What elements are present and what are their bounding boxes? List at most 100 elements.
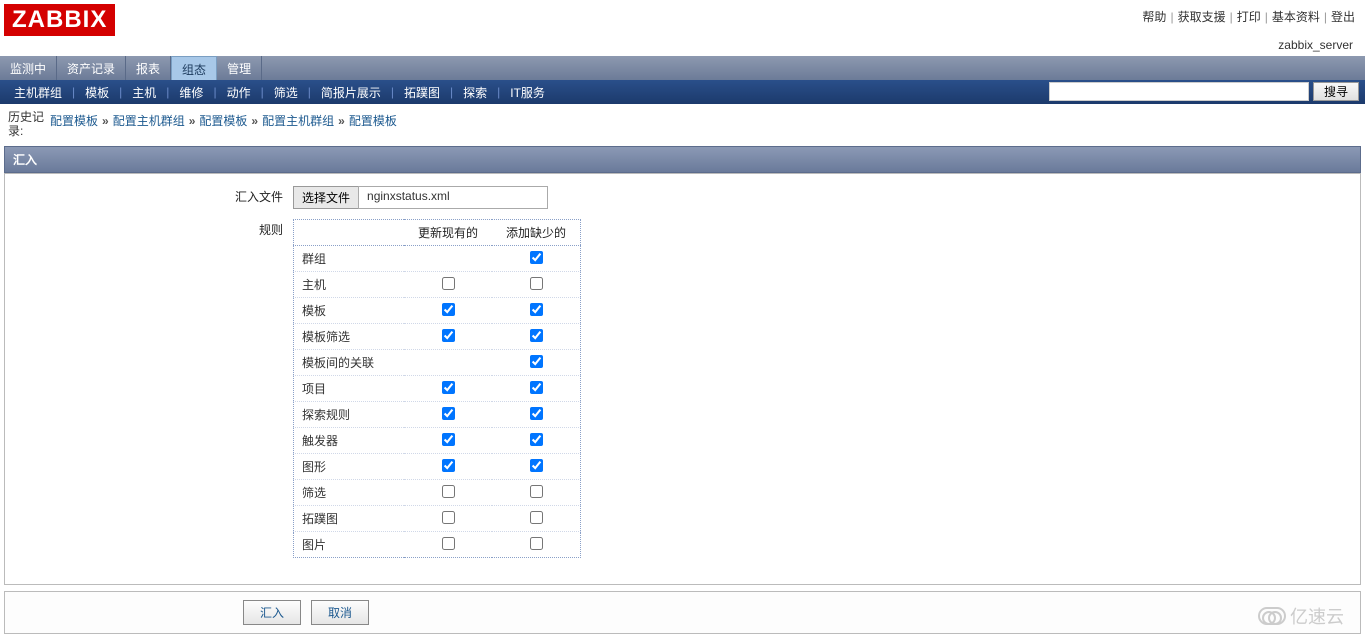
rule-name: 模板筛选 — [294, 324, 405, 350]
table-row: 项目 — [294, 376, 581, 402]
rule-name: 群组 — [294, 246, 405, 272]
update-checkbox[interactable] — [442, 485, 455, 498]
search-input[interactable] — [1049, 82, 1309, 101]
breadcrumb-link[interactable]: 配置主机群组 — [113, 114, 185, 128]
add-checkbox[interactable] — [530, 277, 543, 290]
sub-tab[interactable]: 主机群组 — [6, 80, 70, 105]
sub-tab[interactable]: IT服务 — [502, 80, 553, 105]
update-checkbox[interactable] — [442, 537, 455, 550]
main-tab[interactable]: 报表 — [126, 56, 171, 80]
rule-name: 项目 — [294, 376, 405, 402]
table-row: 探索规则 — [294, 402, 581, 428]
cancel-button[interactable]: 取消 — [311, 600, 369, 625]
rules-row: 规则 更新现有的 添加缺少的 群组主机模板模板筛选模板间的关联项目探索规则触发器… — [235, 219, 581, 558]
rule-name: 探索规则 — [294, 402, 405, 428]
file-name: nginxstatus.xml — [358, 186, 548, 209]
add-checkbox[interactable] — [530, 407, 543, 420]
rule-name: 模板间的关联 — [294, 350, 405, 376]
add-checkbox[interactable] — [530, 329, 543, 342]
update-checkbox[interactable] — [442, 459, 455, 472]
add-checkbox[interactable] — [530, 303, 543, 316]
watermark-icon — [1258, 607, 1286, 625]
breadcrumb-link[interactable]: 配置模板 — [199, 114, 247, 128]
main-tabs: 监测中资产记录报表组态管理 — [0, 56, 1365, 80]
top-link[interactable]: 登出 — [1331, 10, 1355, 24]
sub-tab[interactable]: 拓蹼图 — [396, 80, 448, 105]
sub-tab[interactable]: 主机 — [124, 80, 164, 105]
update-checkbox[interactable] — [442, 433, 455, 446]
rules-label: 规则 — [235, 219, 293, 238]
import-form: 汇入文件 选择文件 nginxstatus.xml 规则 更新现有的 添加缺少的… — [235, 186, 581, 568]
table-row: 拓蹼图 — [294, 506, 581, 532]
update-checkbox[interactable] — [442, 277, 455, 290]
table-row: 主机 — [294, 272, 581, 298]
breadcrumb-link[interactable]: 配置模板 — [349, 114, 397, 128]
logo: ZABBIX — [4, 4, 115, 36]
rules-table: 更新现有的 添加缺少的 群组主机模板模板筛选模板间的关联项目探索规则触发器图形筛… — [293, 219, 581, 558]
table-row: 模板间的关联 — [294, 350, 581, 376]
top-links: 帮助|获取支援|打印|基本资料|登出 — [1142, 4, 1355, 25]
sub-tab[interactable]: 动作 — [219, 80, 259, 105]
top-link[interactable]: 基本资料 — [1272, 10, 1320, 24]
add-checkbox[interactable] — [530, 251, 543, 264]
table-row: 模板 — [294, 298, 581, 324]
file-picker[interactable]: 选择文件 nginxstatus.xml — [293, 186, 548, 209]
col-update-header: 更新现有的 — [404, 220, 492, 246]
add-checkbox[interactable] — [530, 485, 543, 498]
history-row: 历史记录: 配置模板»配置主机群组»配置模板»配置主机群组»配置模板 — [0, 104, 1365, 142]
rule-name: 模板 — [294, 298, 405, 324]
add-checkbox[interactable] — [530, 537, 543, 550]
update-checkbox[interactable] — [442, 511, 455, 524]
rule-name: 图片 — [294, 532, 405, 558]
main-tab[interactable]: 监测中 — [0, 56, 57, 80]
table-row: 图形 — [294, 454, 581, 480]
table-row: 筛选 — [294, 480, 581, 506]
add-checkbox[interactable] — [530, 511, 543, 524]
watermark-text: 亿速云 — [1290, 603, 1344, 629]
history-label: 历史记录: — [8, 110, 50, 138]
top-link[interactable]: 获取支援 — [1178, 10, 1226, 24]
choose-file-button[interactable]: 选择文件 — [293, 186, 359, 209]
main-tab[interactable]: 组态 — [171, 56, 217, 80]
breadcrumb-link[interactable]: 配置模板 — [50, 114, 98, 128]
breadcrumb-link[interactable]: 配置主机群组 — [262, 114, 334, 128]
section-title-bar: 汇入 — [4, 146, 1361, 173]
add-checkbox[interactable] — [530, 381, 543, 394]
content-frame: 汇入文件 选择文件 nginxstatus.xml 规则 更新现有的 添加缺少的… — [4, 173, 1361, 585]
table-row: 图片 — [294, 532, 581, 558]
top-link[interactable]: 打印 — [1237, 10, 1261, 24]
sub-tab[interactable]: 探索 — [455, 80, 495, 105]
add-checkbox[interactable] — [530, 433, 543, 446]
update-checkbox[interactable] — [442, 381, 455, 394]
bottom-action-bar: 汇入 取消 亿速云 — [4, 591, 1361, 634]
file-label: 汇入文件 — [235, 186, 293, 205]
main-tab[interactable]: 资产记录 — [57, 56, 126, 80]
server-name: zabbix_server — [0, 36, 1365, 56]
top-link[interactable]: 帮助 — [1142, 10, 1166, 24]
update-checkbox[interactable] — [442, 329, 455, 342]
rule-name: 拓蹼图 — [294, 506, 405, 532]
rule-name: 主机 — [294, 272, 405, 298]
table-row: 群组 — [294, 246, 581, 272]
add-checkbox[interactable] — [530, 355, 543, 368]
rule-name: 触发器 — [294, 428, 405, 454]
search-wrap: 搜寻 — [1049, 82, 1359, 101]
rule-name: 图形 — [294, 454, 405, 480]
rule-name: 筛选 — [294, 480, 405, 506]
update-checkbox[interactable] — [442, 303, 455, 316]
watermark: 亿速云 — [1258, 603, 1344, 629]
add-checkbox[interactable] — [530, 459, 543, 472]
sub-tabs: 主机群组|模板|主机|维修|动作|筛选|简报片展示|拓蹼图|探索|IT服务 搜寻 — [0, 80, 1365, 104]
sub-tab[interactable]: 筛选 — [266, 80, 306, 105]
table-row: 触发器 — [294, 428, 581, 454]
main-tab[interactable]: 管理 — [217, 56, 262, 80]
import-button[interactable]: 汇入 — [243, 600, 301, 625]
sub-tab[interactable]: 模板 — [77, 80, 117, 105]
col-add-header: 添加缺少的 — [492, 220, 581, 246]
file-row: 汇入文件 选择文件 nginxstatus.xml — [235, 186, 581, 209]
sub-tab[interactable]: 简报片展示 — [313, 80, 389, 105]
update-checkbox[interactable] — [442, 407, 455, 420]
sub-tab[interactable]: 维修 — [171, 80, 211, 105]
search-button[interactable]: 搜寻 — [1313, 82, 1359, 101]
breadcrumb: 配置模板»配置主机群组»配置模板»配置主机群组»配置模板 — [50, 110, 397, 129]
